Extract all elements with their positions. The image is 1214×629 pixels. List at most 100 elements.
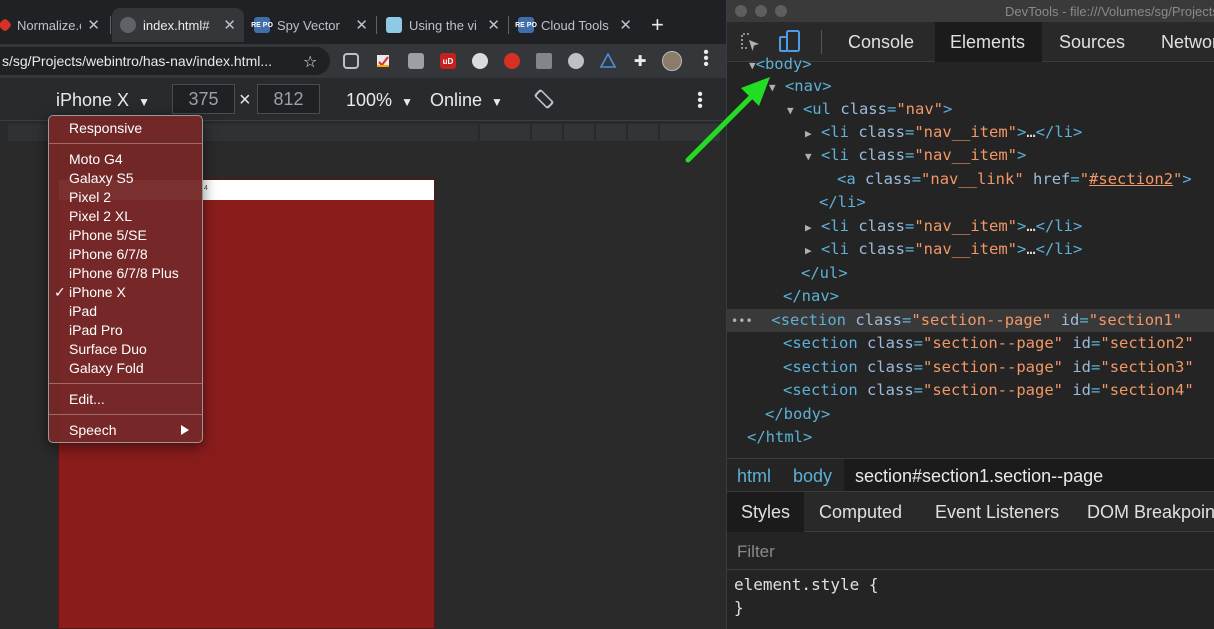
menu-item-device[interactable]: Surface Duo	[69, 341, 147, 357]
close-tab-icon[interactable]: ✕	[355, 16, 368, 34]
menu-item-device-selected[interactable]: iPhone X	[69, 284, 126, 300]
tree-node-section[interactable]: <section class="section--page" id="secti…	[727, 379, 1214, 402]
pocket-icon[interactable]	[343, 53, 359, 69]
attr-name: class	[858, 217, 905, 235]
tab-styles[interactable]: Styles	[741, 502, 790, 523]
tree-node-a[interactable]: <a class="nav__link" href="#section2">	[727, 168, 1214, 191]
tab-sources[interactable]: Sources	[1059, 32, 1125, 53]
menu-item-device[interactable]: Moto G4	[69, 151, 123, 167]
device-toolbar-menu-icon[interactable]: • • •	[697, 87, 703, 115]
menu-item-responsive[interactable]: Responsive	[69, 120, 142, 136]
ruler-segment[interactable]	[596, 124, 626, 141]
tab-elements[interactable]: Elements	[950, 32, 1025, 53]
tree-node-ul[interactable]: ▼ <ul class="nav">	[727, 98, 1214, 121]
menu-divider	[49, 143, 202, 144]
close-tab-icon[interactable]: ✕	[619, 16, 632, 34]
toggle-device-toolbar-icon[interactable]	[777, 29, 803, 55]
attr-eq: =	[904, 146, 915, 164]
menu-item-device[interactable]: iPhone 6/7/8	[69, 246, 148, 262]
ruler-segment[interactable]	[564, 124, 594, 141]
tree-node-section-selected[interactable]: ••• <section class="section--page" id="s…	[727, 309, 1214, 332]
ruler-segment[interactable]	[532, 124, 562, 141]
tab-event-listeners[interactable]: Event Listeners	[935, 502, 1059, 523]
tree-node-body-close[interactable]: </body>	[727, 403, 1214, 426]
puzzle-icon[interactable]: ✚	[632, 53, 648, 70]
menu-item-device[interactable]: Galaxy S5	[69, 170, 134, 186]
tab-cloud-tools[interactable]: RE PO Cloud Tools ✕	[510, 8, 640, 42]
new-tab-button[interactable]: +	[651, 12, 664, 38]
href-link[interactable]: #section2	[1089, 170, 1173, 188]
close-window-button[interactable]	[735, 5, 747, 17]
tab-using-the-vi[interactable]: Using the vi ✕	[378, 8, 508, 42]
breadcrumb-body[interactable]: body	[793, 466, 832, 487]
ruler-segment[interactable]	[628, 124, 658, 141]
ext-icon[interactable]	[536, 53, 552, 69]
height-input[interactable]: 812	[257, 84, 320, 114]
menu-item-device[interactable]: Galaxy Fold	[69, 360, 144, 376]
tab-index-html[interactable]: index.html# ✕	[112, 8, 244, 42]
tab-network[interactable]: Network	[1161, 32, 1214, 53]
avatar[interactable]	[662, 51, 682, 71]
breadcrumb-html[interactable]: html	[737, 466, 771, 487]
device-select[interactable]: iPhone X ▼	[56, 90, 150, 111]
menu-item-device[interactable]: iPhone 6/7/8 Plus	[69, 265, 179, 281]
tree-node-li[interactable]: ▼ <li class="nav__item">	[727, 144, 1214, 167]
menu-item-device[interactable]: iPhone 5/SE	[69, 227, 147, 243]
tab-computed[interactable]: Computed	[819, 502, 902, 523]
width-input[interactable]: 375	[172, 84, 235, 114]
tree-node-nav[interactable]: ▼ <nav>	[727, 75, 1214, 98]
minimize-window-button[interactable]	[755, 5, 767, 17]
style-rule-selector[interactable]: element.style {	[734, 575, 879, 594]
vivaldi-icon[interactable]	[504, 53, 520, 69]
tree-node-html-close[interactable]: </html>	[727, 426, 1214, 449]
maximize-window-button[interactable]	[775, 5, 787, 17]
tree-node-section[interactable]: <section class="section--page" id="secti…	[727, 332, 1214, 355]
tree-node-section[interactable]: <section class="section--page" id="secti…	[727, 356, 1214, 379]
tab-spy-vector[interactable]: RE PO Spy Vector ✕	[246, 8, 376, 42]
attr-eq: =	[1091, 381, 1101, 399]
close-tab-icon[interactable]: ✕	[487, 16, 500, 34]
menu-item-device[interactable]: iPad Pro	[69, 322, 123, 338]
triangle-icon[interactable]	[600, 53, 616, 69]
address-bar[interactable]: s/sg/Projects/webintro/has-nav/index.htm…	[0, 47, 330, 75]
breadcrumb-section[interactable]: section#section1.section--page	[855, 466, 1103, 487]
attr-eq: =	[902, 311, 912, 329]
rotate-icon[interactable]	[533, 88, 555, 110]
ruler-segment[interactable]	[660, 124, 720, 141]
inspect-element-icon[interactable]	[739, 31, 761, 53]
bookmark-star-icon[interactable]: ☆	[303, 52, 317, 72]
tree-node-body[interactable]: ▼<body>	[727, 53, 1214, 76]
tag-name: <li	[820, 123, 849, 141]
tree-node-li[interactable]: ▶ <li class="nav__item">…</li>	[727, 121, 1214, 144]
tab-console[interactable]: Console	[848, 32, 914, 53]
close-tab-icon[interactable]: ✕	[223, 16, 236, 34]
attr-value: "section--page"	[923, 381, 1063, 399]
tree-node-ul-close[interactable]: </ul>	[727, 262, 1214, 285]
styles-filter-input[interactable]: Filter	[737, 542, 775, 562]
menu-item-device[interactable]: iPad	[69, 303, 97, 319]
ublock-icon[interactable]: uD	[440, 53, 456, 69]
ruler-segment[interactable]	[480, 124, 530, 141]
tab-dom-breakpoints[interactable]: DOM Breakpoints	[1087, 502, 1214, 523]
menu-item-edit[interactable]: Edit...	[69, 391, 105, 407]
tree-node-li[interactable]: ▶ <li class="nav__item">…</li>	[727, 215, 1214, 238]
tag-end: >	[1182, 170, 1192, 188]
tab-normalize[interactable]: Normalize.c ✕	[0, 8, 108, 42]
close-tab-icon[interactable]: ✕	[87, 16, 100, 34]
clipboard-icon[interactable]	[375, 53, 391, 69]
browser-menu-icon[interactable]: • • •	[703, 45, 709, 73]
compass-icon[interactable]	[568, 53, 584, 69]
dot-icon[interactable]	[472, 53, 488, 69]
zoom-select[interactable]: 100% ▼	[346, 90, 413, 111]
tag-name: <li	[820, 240, 849, 258]
attr-value: "nav__link"	[921, 170, 1024, 188]
throttling-select[interactable]: Online ▼	[430, 90, 503, 111]
attr-name: class	[867, 381, 914, 399]
tree-node-li-close[interactable]: </li>	[727, 191, 1214, 214]
menu-item-device[interactable]: Pixel 2 XL	[69, 208, 132, 224]
menu-item-device[interactable]: Pixel 2	[69, 189, 111, 205]
tree-node-nav-close[interactable]: </nav>	[727, 285, 1214, 308]
camera-icon[interactable]	[408, 53, 424, 69]
menu-item-speech[interactable]: Speech	[69, 422, 116, 438]
tree-node-li[interactable]: ▶ <li class="nav__item">…</li>	[727, 238, 1214, 261]
